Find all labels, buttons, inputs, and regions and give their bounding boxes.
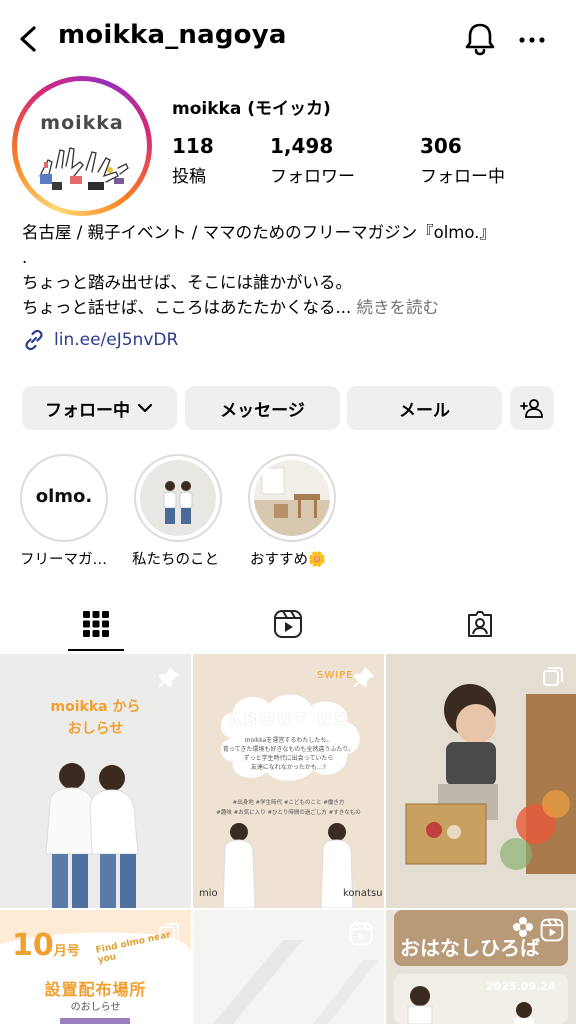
back-arrow-icon[interactable] (14, 22, 44, 56)
post-thumbnail[interactable]: moikka から おしらせ (0, 654, 191, 908)
post-sub-text: のおしらせ (70, 1002, 121, 1013)
post-thumbnail[interactable] (193, 910, 384, 1024)
bio-line: 名古屋 / 親子イベント / ママのためのフリーマガジン『olmo.』 (22, 223, 496, 242)
highlight-label: 私たちのこと (132, 552, 219, 568)
tab-reels[interactable] (256, 600, 320, 648)
following-label[interactable]: フォロー中 (420, 162, 505, 187)
link-icon (25, 329, 43, 351)
flower-icon (513, 917, 533, 937)
highlight-label: フリーマガ… (20, 552, 107, 568)
tagged-icon (468, 611, 492, 637)
posts-label[interactable]: 投稿 (172, 162, 206, 187)
bio-line: ちょっと踏み出せば、そこには誰かがいる。 (22, 273, 352, 292)
post-title-text: 設置配布場所 (44, 980, 147, 999)
post-photo (386, 654, 576, 908)
post-swipe-text: SWIPE (317, 670, 354, 681)
active-tab-indicator (68, 649, 124, 651)
post-month-suffix: 月号 (53, 944, 80, 959)
display-name: moikka (モイッカ) (172, 99, 331, 119)
pin-icon (353, 667, 374, 688)
add-person-icon (520, 399, 543, 418)
following-button-label: フォロー中 (45, 400, 130, 421)
mail-button[interactable]: メール (347, 386, 502, 430)
highlight-cover (140, 460, 216, 536)
post-name-label: konatsu (343, 888, 383, 899)
post-thumbnail[interactable]: SWIPE ABOUT US moikkaを運営するわたしたち。 育ってきた環境… (193, 654, 384, 908)
post-about-text: 友達になれなかったかも…? (250, 764, 327, 771)
post-caption-text: おしらせ (67, 721, 124, 737)
message-button[interactable]: メッセージ (185, 386, 340, 430)
reels-icon (349, 922, 373, 946)
tab-grid[interactable] (64, 600, 128, 648)
post-about-text: moikkaを運営するわたしたち。 (244, 737, 333, 744)
post-thumbnail[interactable]: 10月号 Find olmo near you 設置配布場所 のおしらせ (0, 910, 191, 1024)
bio-line: . (22, 248, 28, 267)
avatar[interactable]: moikka (12, 76, 152, 216)
post-thumbnail[interactable] (386, 654, 576, 908)
bio-line: ちょっと話せば、こころはあたたかくなる... (22, 298, 352, 317)
highlight-label: おすすめ🌼 (250, 552, 327, 568)
following-button[interactable]: フォロー中 (22, 386, 177, 430)
username-title: moikka_nagoya (58, 20, 287, 50)
post-photo (45, 763, 139, 908)
suggest-people-button[interactable] (510, 386, 554, 430)
pin-icon (158, 667, 179, 688)
more-dots-icon[interactable] (516, 26, 548, 54)
post-about-tags: #趣味 #お気に入り #ひとり時間の過ごし方 #すきなもの (216, 810, 361, 816)
posts-count[interactable]: 118 (172, 134, 214, 158)
reels-icon (274, 610, 302, 638)
followers-count[interactable]: 1,498 (270, 134, 333, 158)
post-thumbnail[interactable]: おはなしひろば 2025.09.24 (386, 910, 576, 1024)
avatar-logo-text: moikka (40, 112, 124, 134)
bio: 名古屋 / 親子イベント / ママのためのフリーマガジン『olmo.』 . ちょ… (22, 220, 562, 320)
hands-illustration (39, 147, 129, 190)
chevron-down-icon (137, 403, 153, 413)
post-about-title: ABOUT US (227, 710, 350, 730)
profile-link[interactable]: lin.ee/eJ5nvDR (22, 326, 178, 354)
carousel-icon (543, 667, 563, 686)
carousel-icon (159, 923, 179, 942)
avatar-logo-image: moikka (22, 86, 142, 206)
post-caption-text: moikka から (50, 699, 141, 715)
grid-icon (83, 611, 109, 637)
post-about-text: 育ってきた環境も好きなものも全然違うふたり。 (222, 746, 355, 753)
read-more-link[interactable]: 続きを読む (357, 298, 440, 317)
tab-tagged[interactable] (448, 600, 512, 648)
highlight-cover-text: olmo. (35, 486, 93, 507)
highlight-cover (254, 460, 330, 536)
reels-icon (540, 918, 564, 942)
highlight-cover: olmo. (26, 460, 102, 536)
link-text[interactable]: lin.ee/eJ5nvDR (54, 330, 178, 350)
post-about-tags: #出身地 #学生時代 #こどものこと #働き方 (232, 800, 345, 806)
post-date-text: 2025.09.24 (486, 980, 556, 993)
post-name-label: mio (199, 888, 218, 899)
profile-header: moikka_nagoya (0, 0, 576, 78)
following-count[interactable]: 306 (420, 134, 462, 158)
post-month-number: 10 (12, 928, 54, 963)
post-color-bar (60, 1018, 130, 1024)
followers-label[interactable]: フォロワー (270, 162, 355, 187)
post-about-text: ずっと学生時代に出会っていたら (243, 755, 334, 762)
bell-icon[interactable] (462, 20, 498, 58)
